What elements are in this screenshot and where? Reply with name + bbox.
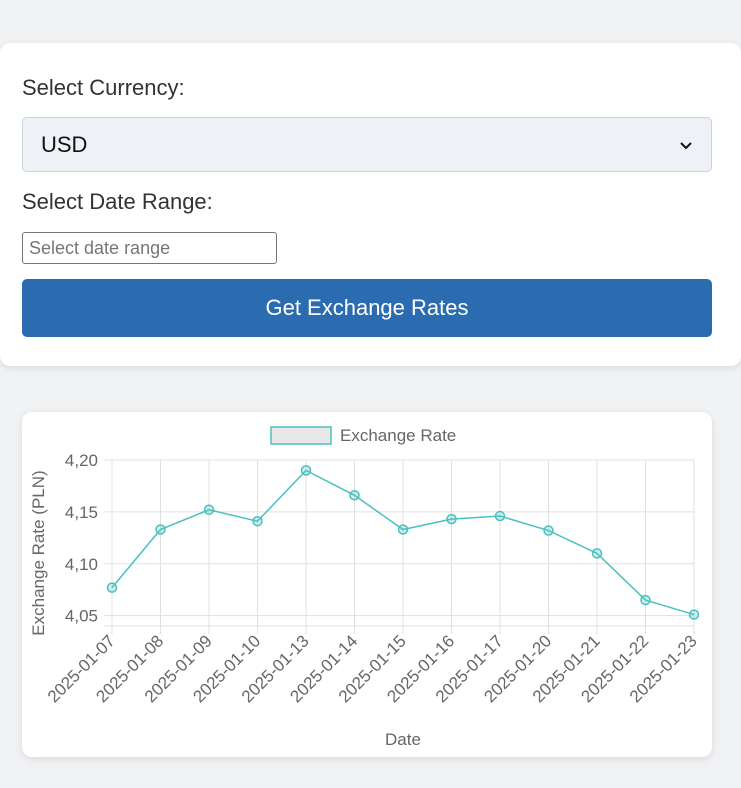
chevron-down-icon bbox=[680, 141, 692, 149]
y-tick-label: 4,15 bbox=[65, 503, 98, 522]
chart-card: 4,05 4,10 4,15 4,20 2025-01-07 2025-01-08 2025… bbox=[22, 412, 712, 757]
y-tick-label: 4,10 bbox=[65, 555, 98, 574]
data-point bbox=[640, 594, 651, 606]
currency-label: Select Currency: bbox=[22, 75, 185, 100]
y-tick-label: 4,05 bbox=[65, 607, 98, 626]
y-axis-title: Exchange Rate (PLN) bbox=[29, 470, 48, 635]
currency-select[interactable]: USD bbox=[22, 117, 712, 172]
x-axis-title: Date bbox=[385, 730, 421, 749]
y-tick-label: 4,20 bbox=[65, 451, 98, 470]
data-point bbox=[155, 524, 166, 535]
data-point bbox=[203, 504, 215, 516]
data-point bbox=[688, 609, 700, 620]
date-range-label: Select Date Range: bbox=[22, 189, 213, 214]
data-point bbox=[252, 515, 263, 527]
exchange-rate-chart: 4,054,104,154,202025-01-072025-01-082025… bbox=[29, 426, 701, 749]
date-range-input[interactable] bbox=[22, 232, 277, 264]
data-point bbox=[349, 490, 360, 501]
currency-select-value: USD bbox=[41, 131, 88, 157]
data-point bbox=[591, 548, 603, 559]
data-point bbox=[446, 513, 457, 525]
data-point bbox=[494, 510, 506, 522]
data-point bbox=[397, 524, 409, 535]
legend-swatch bbox=[270, 426, 332, 445]
legend-label: Exchange Rate bbox=[340, 426, 456, 445]
data-point bbox=[543, 525, 554, 536]
get-exchange-rates-button[interactable]: Get Exchange Rates bbox=[22, 279, 712, 337]
exchange-form-card: Select Currency: USD Select Date Range: … bbox=[0, 43, 741, 366]
data-point bbox=[300, 465, 312, 476]
data-point bbox=[106, 582, 118, 593]
